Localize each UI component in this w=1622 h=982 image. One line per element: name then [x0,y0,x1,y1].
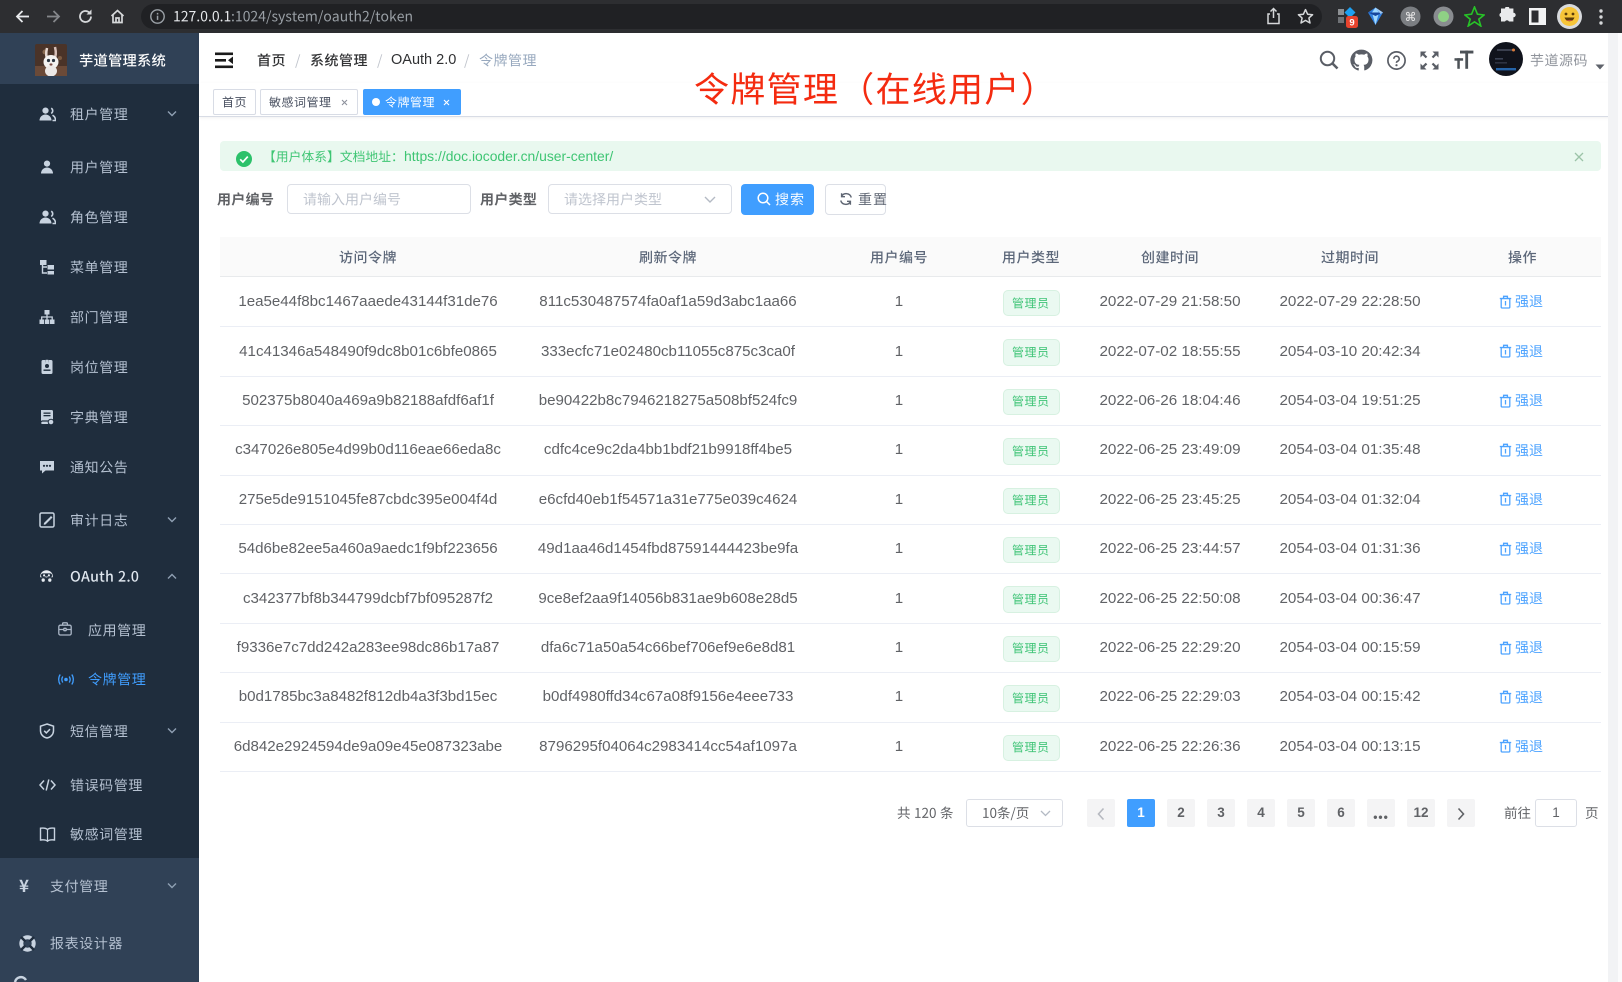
svg-text:9: 9 [1349,18,1354,29]
svg-text:⌘: ⌘ [1405,10,1417,24]
